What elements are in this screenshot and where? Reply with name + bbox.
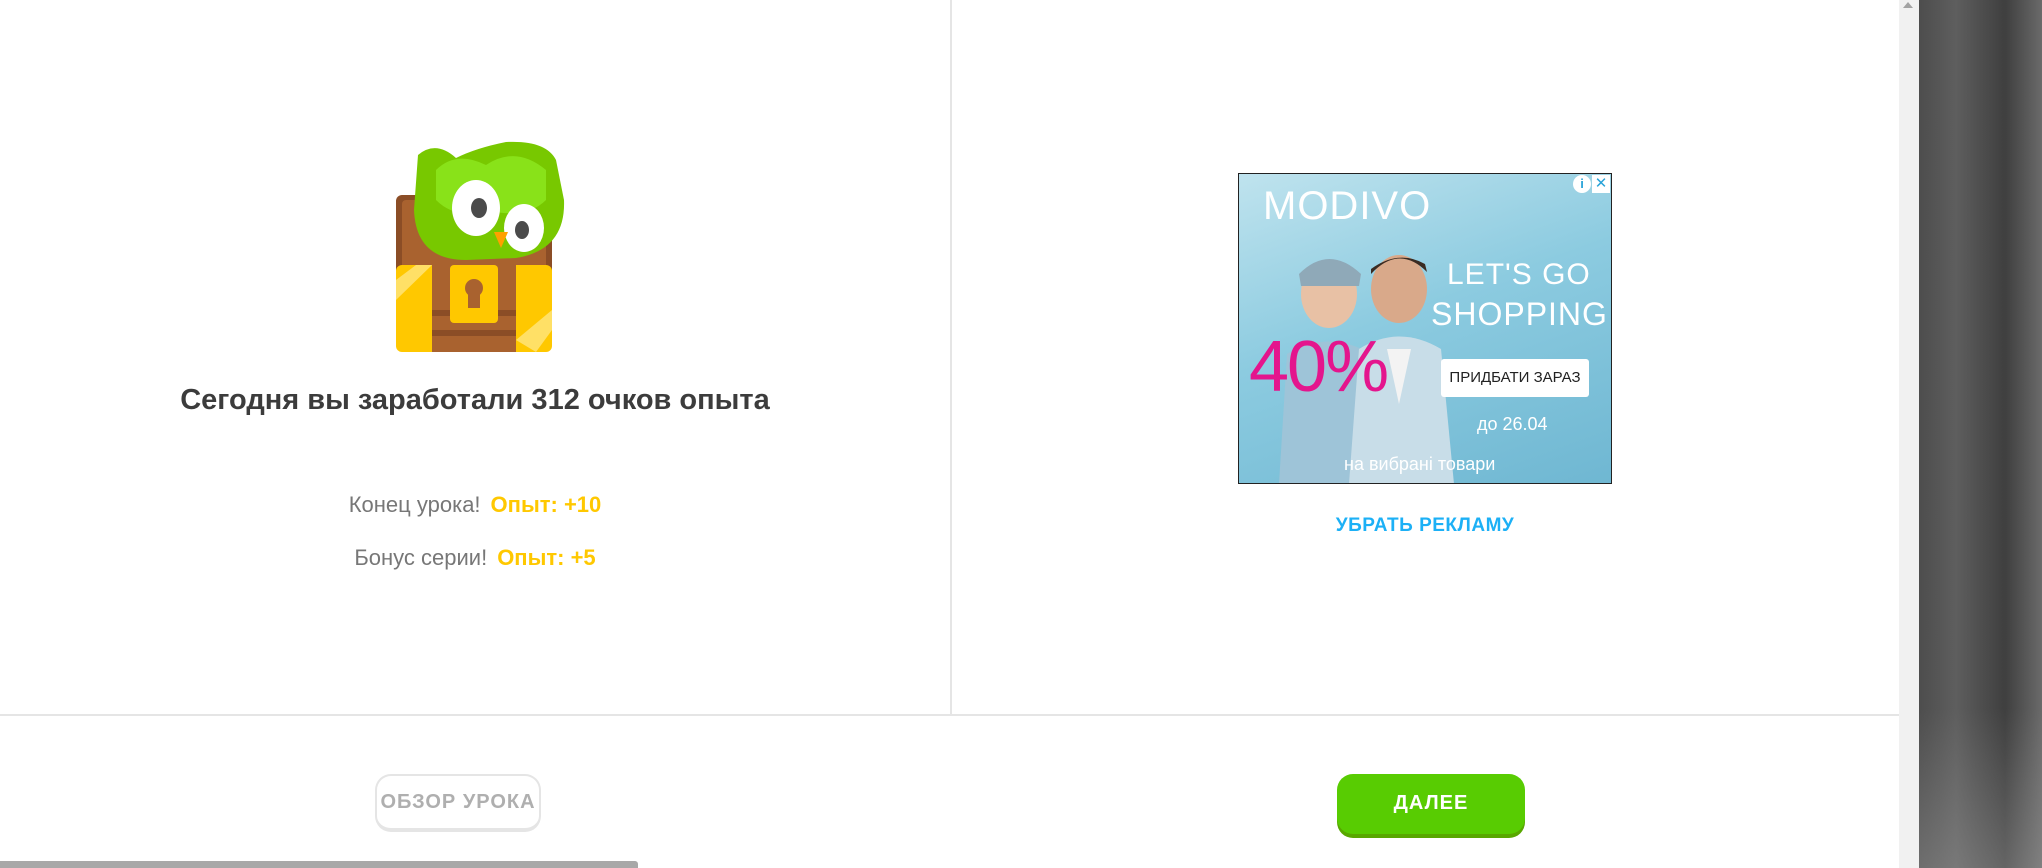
ad-note: на вибрані товари [1344,454,1496,474]
horizontal-scrollbar[interactable] [0,861,638,868]
vertical-divider [950,0,952,715]
ad-close-icon[interactable]: ✕ [1592,175,1610,193]
reward-label: Конец урока! [348,492,481,517]
ad-discount: 40% [1249,327,1389,407]
lesson-summary-panel: Сегодня вы заработали 312 очков опыта Ко… [0,0,950,714]
continue-button[interactable]: ДАЛЕЕ [1337,774,1525,834]
advertisement-banner[interactable]: MODIVO LET'S GO SHOPPING 40% ПРИДБАТИ ЗА… [1238,173,1612,484]
reward-row-lesson-end: Конец урока! Опыт: +10 [175,492,775,518]
background-area [1919,0,2042,868]
reward-label: Бонус серии! [354,545,488,570]
scroll-up-arrow-icon[interactable] [1903,2,1913,8]
ad-brand-logo: MODIVO [1263,184,1432,228]
ad-cta-button[interactable]: ПРИДБАТИ ЗАРАЗ [1441,359,1589,397]
owl-treasure-chest-icon [396,141,565,352]
vertical-scrollbar[interactable] [1899,0,1919,868]
xp-earned-headline: Сегодня вы заработали 312 очков опыта [180,384,770,416]
lesson-complete-page: Сегодня вы заработали 312 очков опыта Ко… [0,0,1899,868]
footer-divider [0,714,1899,716]
ad-date: до 26.04 [1477,414,1548,434]
reward-xp: Опыт: +10 [490,492,602,517]
ad-info-icon[interactable]: i [1573,175,1591,193]
reward-xp: Опыт: +5 [497,545,596,570]
ad-slogan-line1: LET'S GO [1447,258,1591,291]
remove-ads-link[interactable]: УБРАТЬ РЕКЛАМУ [1238,515,1612,537]
ad-slogan-line2: SHOPPING [1431,296,1608,332]
reward-row-streak-bonus: Бонус серии! Опыт: +5 [175,545,775,571]
review-lesson-button[interactable]: ОБЗОР УРОКА [375,774,541,832]
